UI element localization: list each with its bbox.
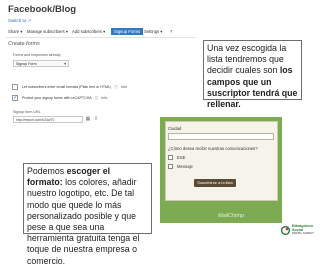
info-icon[interactable]: ⓘ <box>95 96 99 101</box>
nav-signup-forms[interactable]: Signup Forms <box>111 28 144 35</box>
nav-add-subscribers[interactable]: Add subscribers ▾ <box>72 29 105 34</box>
page-title: Facebook/Blog <box>8 4 77 15</box>
note-format-text: Podemos <box>27 166 67 176</box>
url-label: Signup form URL <box>13 110 41 114</box>
checkbox-recaptcha[interactable]: ✓ <box>12 95 18 101</box>
info-label: Info <box>101 96 108 100</box>
check-label-email-format: Let subscribers enter email formats (Pla… <box>22 85 112 89</box>
info-label: Info <box>120 85 127 89</box>
preview-checkbox-1[interactable] <box>168 155 173 160</box>
preview-footer: MailChimp <box>218 213 244 219</box>
select-label: Forms and responses already <box>13 53 61 57</box>
preview-option-1-label: ESE <box>177 155 186 160</box>
section-title: Create forms <box>8 41 40 47</box>
qr-code-icon[interactable]: ▦ <box>85 116 91 123</box>
nav-manage-subscribers[interactable]: Manage subscribers ▾ <box>27 29 68 34</box>
check-label-recaptcha: Protect your signup forms with reCAPTCHA <box>22 96 92 100</box>
note-fields-text: Una vez escogida la lista tendremos que … <box>207 43 287 76</box>
preview-city-input[interactable] <box>168 133 274 140</box>
signup-url-field[interactable]: http://eepurl.com/bZ4wT0 <box>13 116 83 123</box>
preview-option-2[interactable]: Mensaje <box>168 164 193 169</box>
checkbox-email-format[interactable] <box>12 84 18 90</box>
company-logo: Bitsagrinco Social DIGITAL AGENCY <box>281 222 317 238</box>
logo-line-3: DIGITAL AGENCY <box>292 232 314 236</box>
note-fields: Una vez escogida la lista tendremos que … <box>203 40 302 109</box>
nav-settings[interactable]: Settings ▾ <box>144 29 162 34</box>
form-select[interactable]: Signup Form ▾ <box>13 60 69 67</box>
preview-option-2-label: Mensaje <box>177 164 193 169</box>
form-select-value: Signup Form <box>16 62 37 66</box>
info-icon[interactable]: ⓘ <box>114 85 118 90</box>
top-nav: Share ▾ Manage subscribers ▾ Add subscri… <box>6 26 196 38</box>
subscribe-button[interactable]: Suscribirse a la lista <box>194 179 236 187</box>
preview-question: ¿Cómo desea recibir nuestras comunicacio… <box>168 146 258 151</box>
check-row-email-format[interactable]: Let subscribers enter email formats (Pla… <box>12 84 127 90</box>
check-row-recaptcha[interactable]: ✓ Protect your signup forms with reCAPTC… <box>12 95 107 101</box>
logo-mark-icon <box>281 225 290 235</box>
note-format: Podemos escoger el formato: los colores,… <box>23 163 152 266</box>
nav-help[interactable]: ? <box>170 29 172 34</box>
preview-field-label: Ciudad <box>168 126 182 131</box>
chevron-down-icon: ▾ <box>64 62 66 66</box>
share-icon[interactable]: ⇪ <box>93 116 99 123</box>
note-format-tail: los colores, añadir nuestro logotipo, et… <box>27 177 140 266</box>
breadcrumb[interactable]: Switch to ↗ <box>8 18 31 24</box>
preview-checkbox-2[interactable] <box>168 164 173 169</box>
nav-share[interactable]: Share ▾ <box>8 29 22 34</box>
preview-option-1[interactable]: ESE <box>168 155 185 160</box>
